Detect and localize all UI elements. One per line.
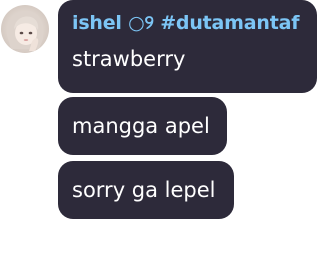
avatar[interactable]	[1, 5, 49, 53]
message-bubble[interactable]: ishel ○୨ #dutamantaf strawberry	[58, 0, 317, 93]
message-text: strawberry	[72, 47, 186, 71]
sender-name[interactable]: ishel ○୨ #dutamantaf	[72, 12, 299, 34]
avatar-image	[1, 5, 49, 53]
chat-message-group: ishel ○୨ #dutamantaf strawberry mangga a…	[0, 0, 320, 274]
message-text: sorry ga lepel	[72, 178, 216, 202]
message-bubble[interactable]: sorry ga lepel	[58, 161, 234, 219]
message-text: mangga apel	[72, 114, 210, 138]
message-bubble[interactable]: mangga apel	[58, 97, 227, 155]
